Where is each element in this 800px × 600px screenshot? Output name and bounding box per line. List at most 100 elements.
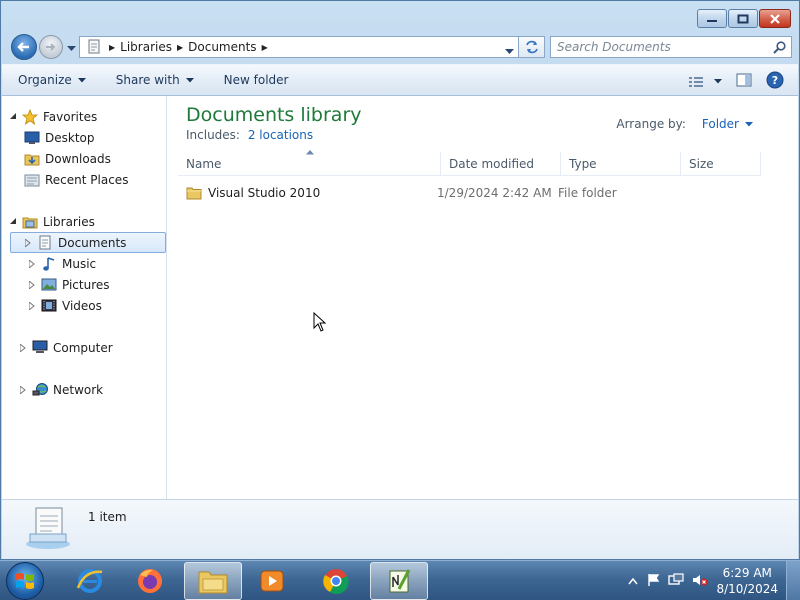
chevron-down-icon [185,77,194,82]
arrange-by-dropdown[interactable]: Folder [702,117,739,131]
expand-arrow-icon[interactable] [8,113,18,120]
column-header-name[interactable]: Name [178,152,441,176]
taskbar-internet-explorer[interactable] [61,562,119,600]
organize-button[interactable]: Organize [18,73,86,87]
tree-item-favorites[interactable]: Favorites [8,106,97,127]
address-bar[interactable]: ▶ Libraries ▶ Documents ▶ [79,36,519,58]
tree-item-libraries[interactable]: Libraries [8,211,95,232]
taskbar-notepad-plus[interactable] [370,562,428,600]
chevron-down-icon [745,121,753,126]
taskbar-media-player[interactable] [243,562,301,600]
computer-icon [32,340,48,356]
expand-arrow-icon[interactable] [18,385,28,394]
libraries-icon [22,214,38,230]
tree-item-music[interactable]: Music [27,253,96,274]
view-controls: ? [674,71,784,92]
expand-arrow-icon[interactable] [8,218,18,225]
organize-label: Organize [18,73,72,87]
tree-item-pictures[interactable]: Pictures [27,274,110,295]
tree-label: Pictures [62,277,110,292]
change-view-button[interactable] [688,76,722,88]
refresh-button[interactable] [519,36,545,58]
tree-item-desktop[interactable]: Desktop [24,127,95,148]
page-title: Documents library [186,104,362,126]
start-button[interactable] [6,562,44,600]
tree-label: Network [53,382,104,397]
table-row[interactable]: Visual Studio 2010 1/29/2024 2:42 AM Fil… [178,182,760,204]
breadcrumb-separator[interactable]: ▶ [262,43,268,52]
expand-arrow-icon[interactable] [27,280,37,289]
share-with-label: Share with [115,73,180,87]
tree-label: Libraries [43,214,95,229]
breadcrumb-documents[interactable]: Documents [188,40,256,54]
svg-text:?: ? [772,74,778,87]
details-pane: 1 item [2,499,798,559]
arrow-left-icon [17,42,29,52]
show-desktop-button[interactable] [786,561,800,600]
close-icon [770,13,780,24]
column-header-type[interactable]: Type [561,152,681,176]
explorer-window: ▶ Libraries ▶ Documents ▶ Search Documen… [0,0,800,560]
show-hidden-icons-button[interactable] [628,574,639,588]
tree-item-computer[interactable]: Computer [18,337,113,358]
preview-pane-button[interactable] [736,73,752,90]
tree-item-downloads[interactable]: Downloads [24,148,111,169]
recent-places-icon [24,172,40,188]
windows-logo-icon [16,573,34,589]
expand-arrow-icon[interactable] [18,343,28,352]
expand-arrow-icon[interactable] [27,301,37,310]
volume-muted-icon[interactable] [692,573,708,590]
column-header-date-modified[interactable]: Date modified [441,152,561,176]
tree-label: Favorites [43,109,98,124]
breadcrumb-separator[interactable]: ▶ [177,43,183,52]
help-icon: ? [766,71,784,89]
command-bar: Organize Share with New folder ? [2,64,798,96]
clock-date: 8/10/2024 [716,582,778,596]
arrange-by-label: Arrange by: [616,117,686,131]
documents-icon [37,235,53,251]
tree-label: Recent Places [45,172,129,187]
help-button[interactable]: ? [766,71,784,92]
column-label: Date modified [449,157,535,171]
navigation-pane: Favorites Desktop Downloads Recent Place… [2,96,167,499]
includes-locations-link[interactable]: 2 locations [248,128,313,142]
tree-item-recent-places[interactable]: Recent Places [24,169,128,190]
breadcrumb-separator[interactable]: ▶ [109,43,115,52]
action-center-icon[interactable] [646,573,660,590]
tree-item-documents[interactable]: Documents [10,232,166,253]
clock[interactable]: 6:29 AM 8/10/2024 [716,565,778,597]
expand-arrow-icon[interactable] [23,238,33,247]
folder-icon [198,571,228,594]
recent-pages-button[interactable] [67,41,76,55]
network-status-icon[interactable] [668,572,685,590]
taskbar: 6:29 AM 8/10/2024 [0,560,800,600]
internet-explorer-icon [76,569,103,593]
maximize-button[interactable] [728,9,758,28]
minimize-button[interactable] [697,9,727,28]
tree-label: Videos [62,298,102,313]
close-button[interactable] [759,9,791,28]
back-button[interactable] [11,34,37,60]
refresh-icon [525,40,538,54]
tree-item-videos[interactable]: Videos [27,295,102,316]
forward-button[interactable] [39,35,63,59]
column-label: Type [569,157,597,171]
pictures-icon [41,277,57,293]
new-folder-button[interactable]: New folder [224,73,289,87]
search-input[interactable]: Search Documents [550,36,792,58]
expand-arrow-icon[interactable] [27,259,37,268]
column-header-size[interactable]: Size [681,152,761,176]
clock-time: 6:29 AM [722,566,772,580]
search-icon[interactable] [773,41,786,57]
taskbar-windows-explorer[interactable] [184,562,242,600]
library-documents-icon [24,504,74,555]
breadcrumb-libraries[interactable]: Libraries [120,40,172,54]
taskbar-firefox[interactable] [121,562,179,600]
tree-item-network[interactable]: Network [18,379,103,400]
taskbar-chrome[interactable] [307,562,365,600]
file-name-cell: Visual Studio 2010 [186,182,320,204]
share-with-button[interactable]: Share with [116,73,194,87]
column-label: Size [689,157,714,171]
address-dropdown-button[interactable] [505,44,514,58]
navigation-row: ▶ Libraries ▶ Documents ▶ Search Documen… [9,33,792,61]
